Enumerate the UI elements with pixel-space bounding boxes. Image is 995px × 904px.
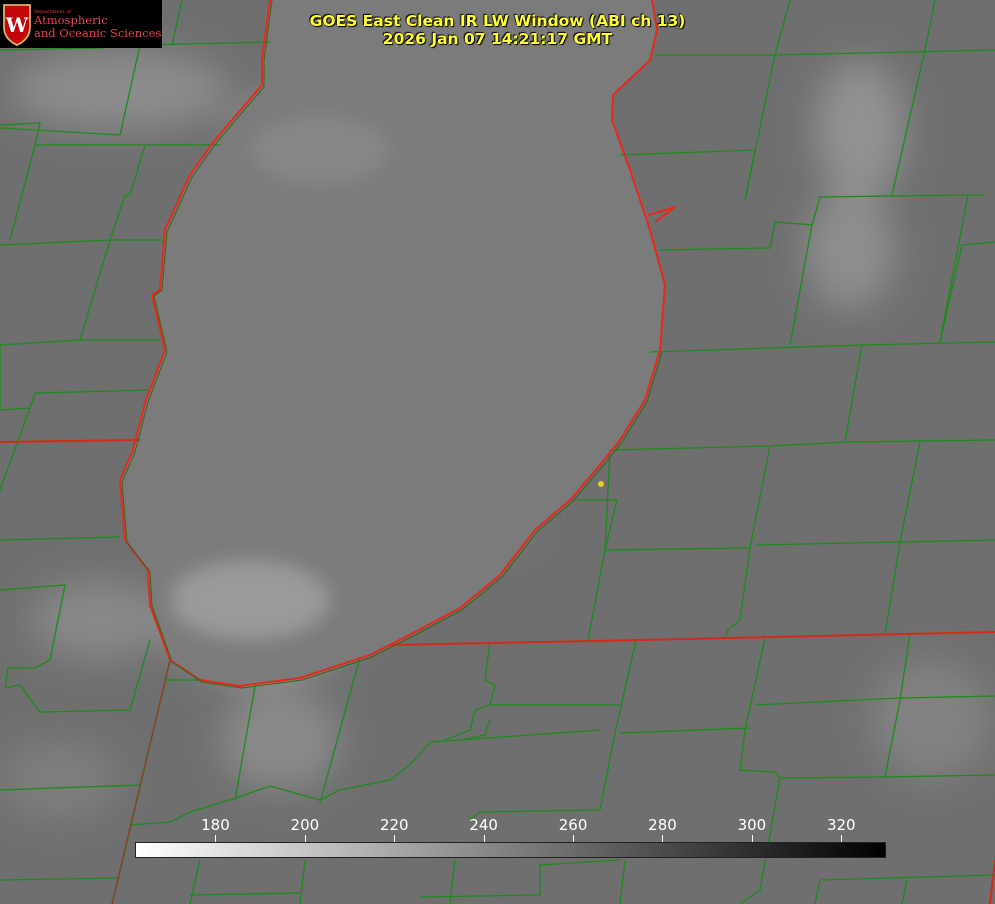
image-timestamp: 2026 Jan 07 14:21:17 GMT	[0, 30, 995, 48]
colorbar-tick-label: 240	[464, 816, 504, 834]
colorbar-tick-label: 180	[195, 816, 235, 834]
image-title: GOES East Clean IR LW Window (ABI ch 13)	[0, 12, 995, 30]
colorbar-tick-label: 220	[374, 816, 414, 834]
colorbar-tick-mark	[305, 835, 306, 842]
colorbar-tick-mark	[394, 835, 395, 842]
colorbar	[135, 842, 886, 858]
colorbar-tick-mark	[484, 835, 485, 842]
colorbar-tick-mark	[752, 835, 753, 842]
colorbar-tick-label: 320	[821, 816, 861, 834]
colorbar-tick-label: 280	[642, 816, 682, 834]
colorbar-tick-mark	[662, 835, 663, 842]
colorbar-tick-label: 200	[285, 816, 325, 834]
colorbar-tick-mark	[573, 835, 574, 842]
colorbar-tick-mark	[215, 835, 216, 842]
colorbar-tick-mark	[841, 835, 842, 842]
station-marker[interactable]	[598, 481, 604, 487]
colorbar-tick-label: 260	[553, 816, 593, 834]
colorbar-tick-label: 300	[732, 816, 772, 834]
satellite-map[interactable]	[0, 0, 995, 904]
